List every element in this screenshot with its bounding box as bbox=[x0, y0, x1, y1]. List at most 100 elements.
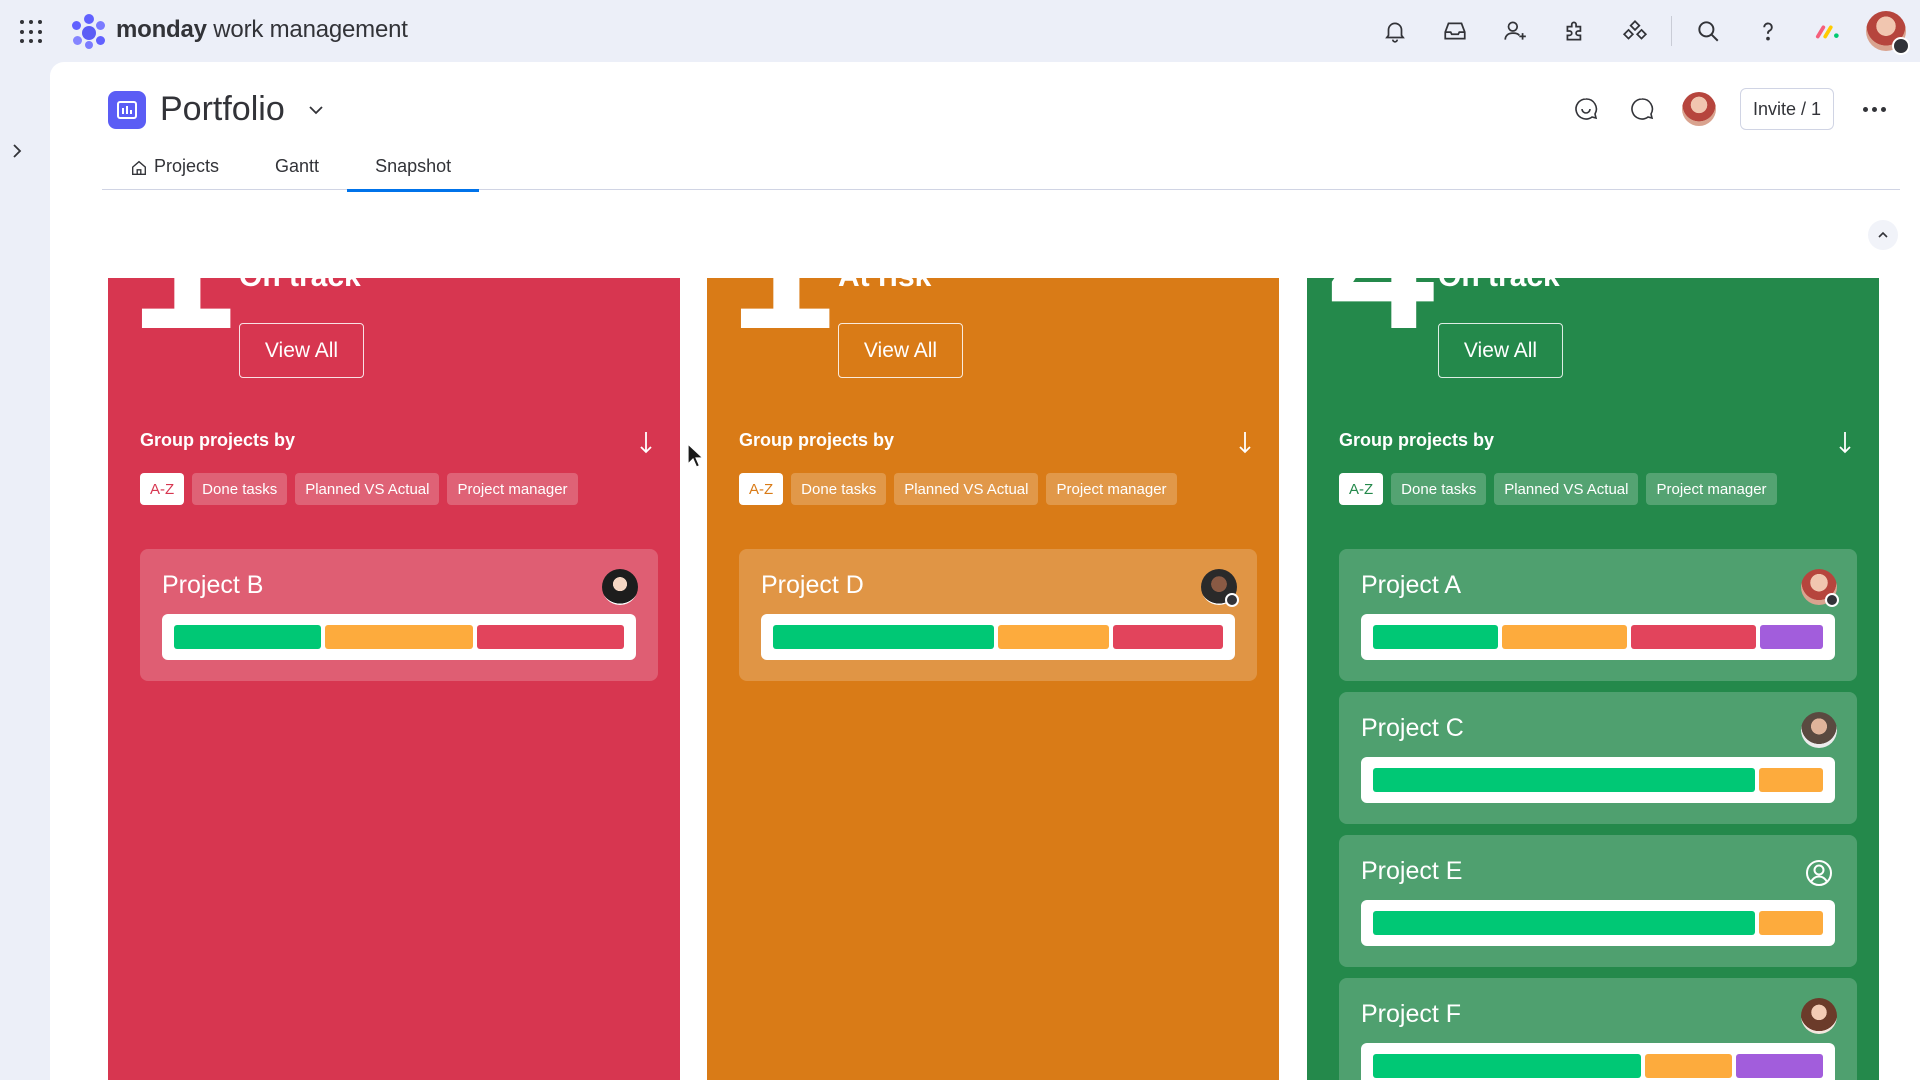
tab-snapshot[interactable]: Snapshot bbox=[347, 150, 480, 192]
project-name: Project B bbox=[162, 571, 264, 599]
more-options-icon[interactable] bbox=[1858, 93, 1890, 125]
chip-planned-vs-actual[interactable]: Planned VS Actual bbox=[295, 473, 440, 505]
board-actions: Invite / 1 bbox=[1570, 88, 1890, 130]
progress-bar bbox=[761, 614, 1235, 660]
invite-button[interactable]: Invite / 1 bbox=[1739, 88, 1834, 130]
project-card[interactable]: Project A bbox=[1339, 549, 1857, 681]
progress-bar bbox=[162, 614, 636, 660]
progress-segment bbox=[1631, 625, 1757, 649]
view-all-button[interactable]: View All bbox=[1438, 323, 1563, 378]
updates-comment-icon[interactable] bbox=[1626, 93, 1658, 125]
search-icon[interactable] bbox=[1678, 0, 1738, 62]
chip-project-manager[interactable]: Project manager bbox=[447, 473, 578, 505]
view-all-button[interactable]: View All bbox=[239, 323, 364, 378]
app-name: monday work management bbox=[116, 16, 408, 44]
progress-segment bbox=[1112, 625, 1223, 649]
help-icon[interactable] bbox=[1738, 0, 1798, 62]
board-title[interactable]: Portfolio bbox=[160, 90, 285, 129]
chip-planned-vs-actual[interactable]: Planned VS Actual bbox=[1494, 473, 1639, 505]
app-logo[interactable]: monday work management bbox=[70, 12, 408, 49]
progress-segment bbox=[1759, 911, 1823, 935]
project-name: Project F bbox=[1361, 1000, 1462, 1028]
chip-a-z[interactable]: A-Z bbox=[1339, 473, 1384, 505]
chip-done-tasks[interactable]: Done tasks bbox=[192, 473, 288, 505]
chevron-down-icon[interactable] bbox=[305, 99, 327, 121]
progress-bar bbox=[1361, 614, 1835, 660]
status-column-on-track: 1 On track View All Group projects by A-… bbox=[108, 278, 680, 1080]
integrations-icon[interactable] bbox=[1605, 0, 1665, 62]
group-by-chips: A-Z Done tasks Planned VS Actual Project… bbox=[140, 473, 578, 505]
sort-arrow-down-icon[interactable] bbox=[1237, 430, 1253, 456]
group-by-chips: A-Z Done tasks Planned VS Actual Project… bbox=[739, 473, 1177, 505]
avatar-badge-icon bbox=[1892, 37, 1910, 55]
portfolio-icon bbox=[108, 90, 146, 129]
status-label: On track bbox=[1438, 278, 1560, 292]
status-label: At risk bbox=[838, 278, 931, 292]
board-tabs: Projects Gantt Snapshot bbox=[102, 150, 1900, 192]
board-member-avatar[interactable] bbox=[1681, 92, 1716, 126]
project-owner-avatar[interactable] bbox=[1801, 569, 1839, 607]
mouse-cursor-icon bbox=[687, 442, 704, 468]
progress-bar bbox=[1361, 757, 1835, 803]
project-card[interactable]: Project E bbox=[1339, 835, 1857, 967]
progress-segment bbox=[476, 625, 624, 649]
tab-projects[interactable]: Projects bbox=[102, 150, 247, 190]
person-placeholder-icon bbox=[1806, 860, 1832, 886]
chip-planned-vs-actual[interactable]: Planned VS Actual bbox=[894, 473, 1039, 505]
project-name: Project C bbox=[1361, 714, 1464, 742]
apps-marketplace-icon[interactable] bbox=[1545, 0, 1605, 62]
product-switcher-icon[interactable] bbox=[1798, 0, 1858, 62]
project-card[interactable]: Project B bbox=[140, 549, 658, 681]
left-sidebar-collapsed bbox=[0, 62, 36, 1080]
ai-chat-icon[interactable] bbox=[1570, 93, 1602, 125]
tab-gantt[interactable]: Gantt bbox=[247, 150, 347, 190]
project-owner-avatar[interactable] bbox=[1201, 569, 1239, 607]
chip-a-z[interactable]: A-Z bbox=[140, 473, 185, 505]
status-column-at-risk: 1 At risk View All Group projects by A-Z… bbox=[707, 278, 1279, 1080]
sort-arrow-down-icon[interactable] bbox=[638, 430, 654, 456]
project-count: 1 bbox=[729, 278, 835, 358]
tab-label: Gantt bbox=[275, 156, 320, 176]
group-by-label: Group projects by bbox=[1339, 430, 1495, 450]
chip-done-tasks[interactable]: Done tasks bbox=[791, 473, 887, 505]
progress-segment bbox=[1373, 911, 1756, 935]
project-owner-avatar[interactable] bbox=[1801, 998, 1837, 1034]
tab-label: Snapshot bbox=[375, 156, 452, 176]
chip-project-manager[interactable]: Project manager bbox=[1646, 473, 1777, 505]
project-card[interactable]: Project D bbox=[739, 549, 1257, 681]
group-by-label: Group projects by bbox=[140, 430, 296, 450]
progress-segment bbox=[1373, 625, 1499, 649]
bell-icon[interactable] bbox=[1365, 0, 1425, 62]
progress-segment bbox=[1644, 1054, 1732, 1078]
project-card[interactable]: Project F bbox=[1339, 978, 1857, 1080]
project-count: 4 bbox=[1329, 278, 1435, 358]
progress-segment bbox=[174, 625, 322, 649]
project-owner-avatar[interactable] bbox=[602, 569, 638, 605]
board-header: Portfolio bbox=[108, 90, 327, 129]
project-card[interactable]: Project C bbox=[1339, 692, 1857, 824]
progress-segment bbox=[1735, 1054, 1823, 1078]
invite-member-icon[interactable] bbox=[1485, 0, 1545, 62]
progress-segment bbox=[1759, 768, 1823, 792]
sort-arrow-down-icon[interactable] bbox=[1837, 430, 1853, 456]
expand-sidebar-button[interactable] bbox=[6, 138, 28, 164]
tab-label: Projects bbox=[154, 156, 220, 176]
project-owner-avatar[interactable] bbox=[1801, 712, 1837, 748]
user-avatar[interactable] bbox=[1866, 11, 1910, 55]
chip-done-tasks[interactable]: Done tasks bbox=[1391, 473, 1487, 505]
inbox-icon[interactable] bbox=[1425, 0, 1485, 62]
chip-a-z[interactable]: A-Z bbox=[739, 473, 784, 505]
chip-project-manager[interactable]: Project manager bbox=[1046, 473, 1177, 505]
progress-bar bbox=[1361, 900, 1835, 946]
project-count: 1 bbox=[130, 278, 236, 358]
brand-bold: monday bbox=[116, 16, 207, 43]
apps-grid-icon[interactable] bbox=[20, 20, 44, 44]
collapse-header-button[interactable] bbox=[1868, 220, 1898, 250]
home-icon bbox=[132, 160, 146, 175]
progress-segment bbox=[325, 625, 473, 649]
project-owner-avatar[interactable] bbox=[1801, 855, 1837, 891]
view-all-button[interactable]: View All bbox=[838, 323, 963, 378]
progress-bar bbox=[1361, 1043, 1835, 1080]
top-bar: monday work management bbox=[0, 0, 1920, 62]
progress-segment bbox=[1373, 1054, 1641, 1078]
